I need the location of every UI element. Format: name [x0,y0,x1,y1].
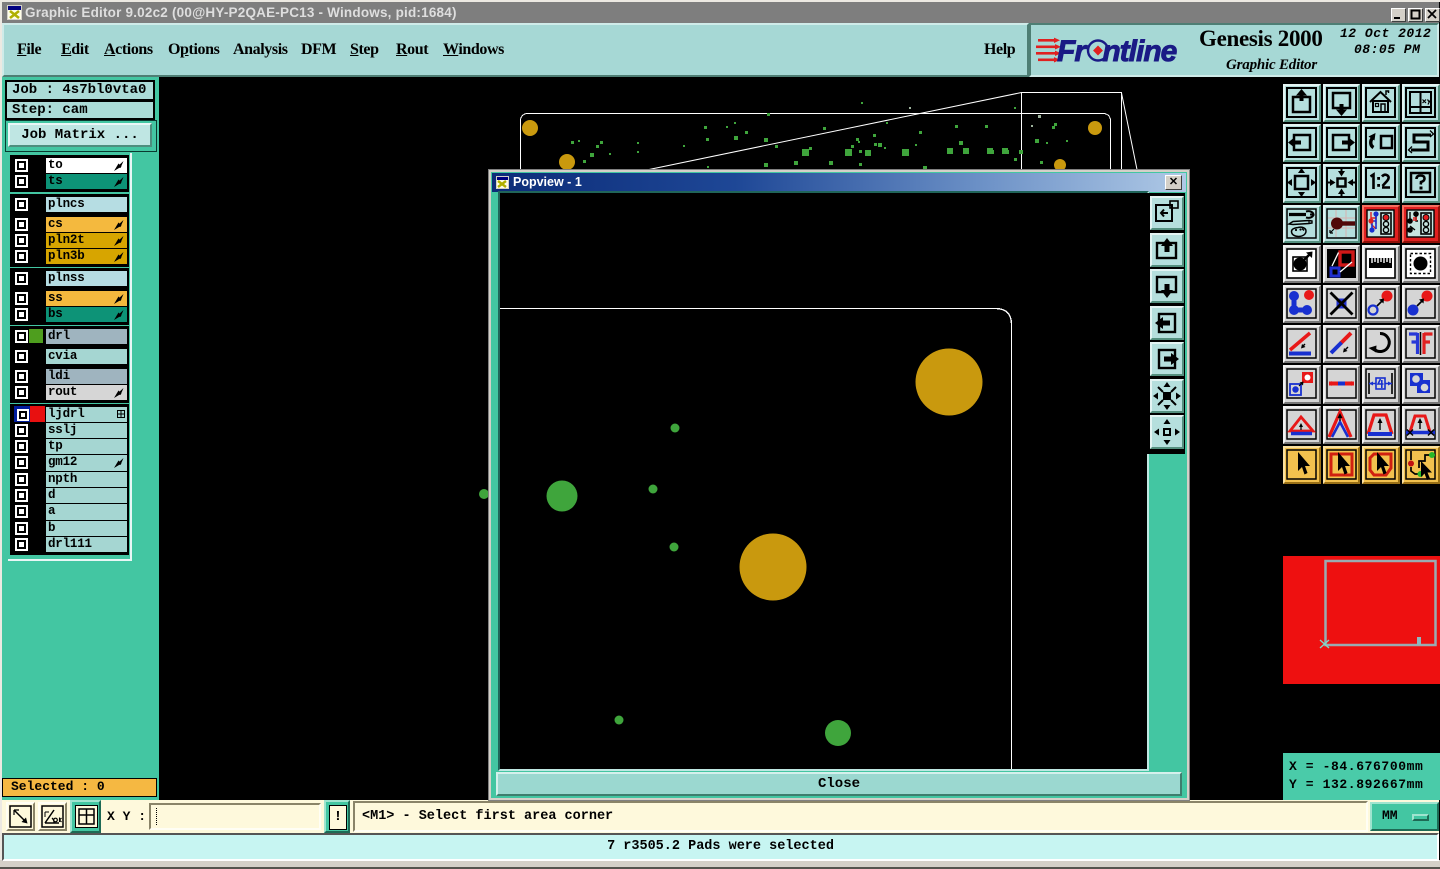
svg-text:Frontline: Frontline [1057,36,1177,64]
